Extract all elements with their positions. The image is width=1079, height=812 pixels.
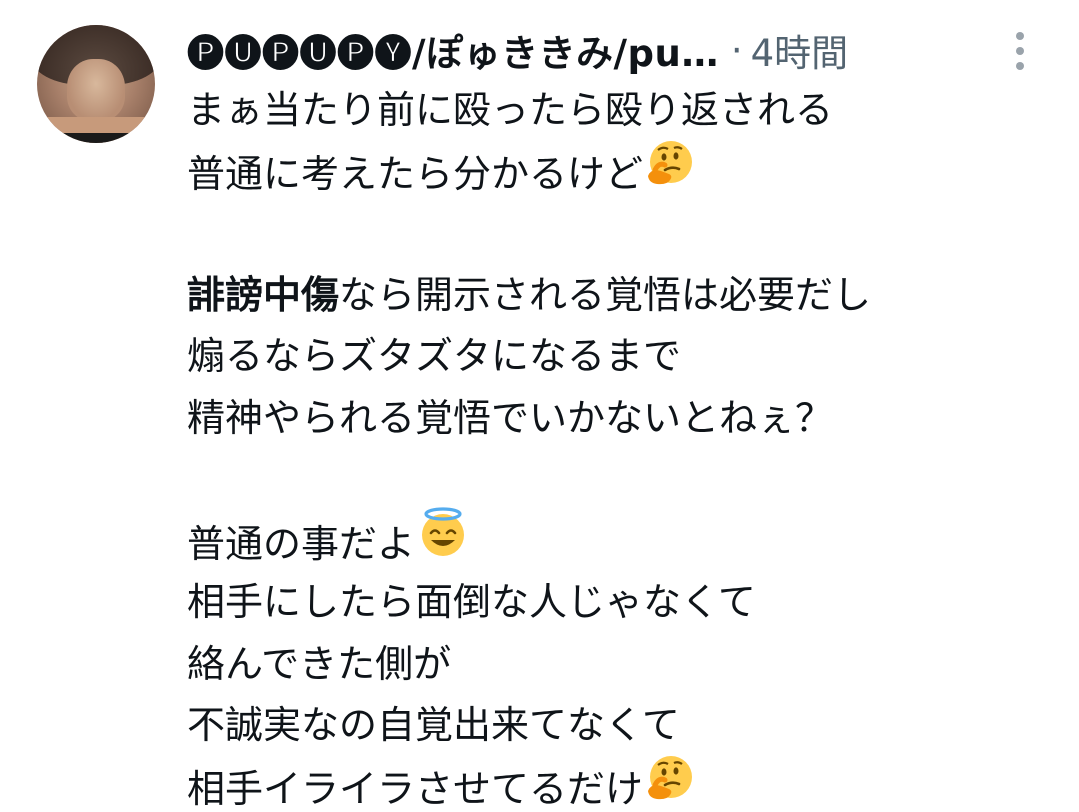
more-vertical-icon-dot-2	[1016, 47, 1024, 55]
tweet-line: 相手イライラさせてるだけ	[187, 755, 1057, 812]
thinking-face-emoji	[645, 138, 695, 207]
tweet-line-text: 相手にしたら面倒な人じゃなくて	[187, 580, 756, 624]
tweet-line-text: なら開示される覚悟は必要だし	[339, 272, 872, 317]
tweet-line: 普通の事だよ	[187, 506, 1057, 573]
more-options-button[interactable]	[1002, 28, 1038, 74]
header-separator: ·	[730, 28, 743, 72]
tweet-line-text: まぁ当たり前に殴ったら殴り返される	[187, 88, 834, 132]
tweet-line: 煽るならズタズタになるまで	[187, 326, 1057, 388]
avatar-face	[67, 59, 125, 121]
tweet-line: 相手にしたら面倒な人じゃなくて	[187, 572, 1057, 634]
user-avatar[interactable]	[37, 25, 155, 143]
tweet-header: 🅟🅤🅟🅤🅟🅨/ぽゅききみ/pu… · 4時間	[187, 24, 1047, 76]
tweet-line: 普通に考えたら分かるけど	[187, 140, 1057, 204]
tweet-line-text: 不誠実なの自覚出来てなくて	[187, 703, 680, 747]
tweet-text: まぁ当たり前に殴ったら殴り返される 普通に考えたら分かるけど 誹謗中傷なら開示さ…	[187, 80, 1057, 812]
tweet-line-text: 煽るならズタズタになるまで	[187, 334, 682, 378]
highlighted-term[interactable]: 誹謗中傷	[187, 273, 339, 317]
tweet-line-text: 相手イライラさせてるだけ	[187, 766, 644, 811]
timestamp[interactable]: 4時間	[751, 23, 849, 77]
tweet-line: 誹謗中傷なら開示される覚悟は必要だし	[187, 265, 1057, 327]
more-vertical-icon-dot-3	[1016, 62, 1024, 70]
tweet-line: 精神やられる覚悟でいかないとねぇ？	[187, 388, 1057, 450]
thinking-face-emoji	[645, 753, 695, 812]
tweet-line: 不誠実なの自覚出来てなくて	[187, 695, 1057, 757]
tweet-line-text: 普通に考えたら分かるけど	[187, 151, 644, 196]
tweet-line: まぁ当たり前に殴ったら殴り返される	[187, 80, 1057, 142]
smiling-face-with-halo-emoji	[417, 506, 469, 578]
display-name[interactable]: 🅟🅤🅟🅤🅟🅨/ぽゅききみ/pu…	[187, 23, 719, 77]
avatar-bottom-band	[37, 133, 155, 143]
tweet-line-text: 精神やられる覚悟でいかないとねぇ？	[187, 395, 834, 440]
tweet-line: 絡んできた側が	[187, 634, 1057, 696]
tweet-line-text: 絡んできた側が	[187, 641, 452, 686]
more-vertical-icon	[1016, 32, 1024, 40]
tweet-line-text: 普通の事だよ	[187, 521, 416, 566]
